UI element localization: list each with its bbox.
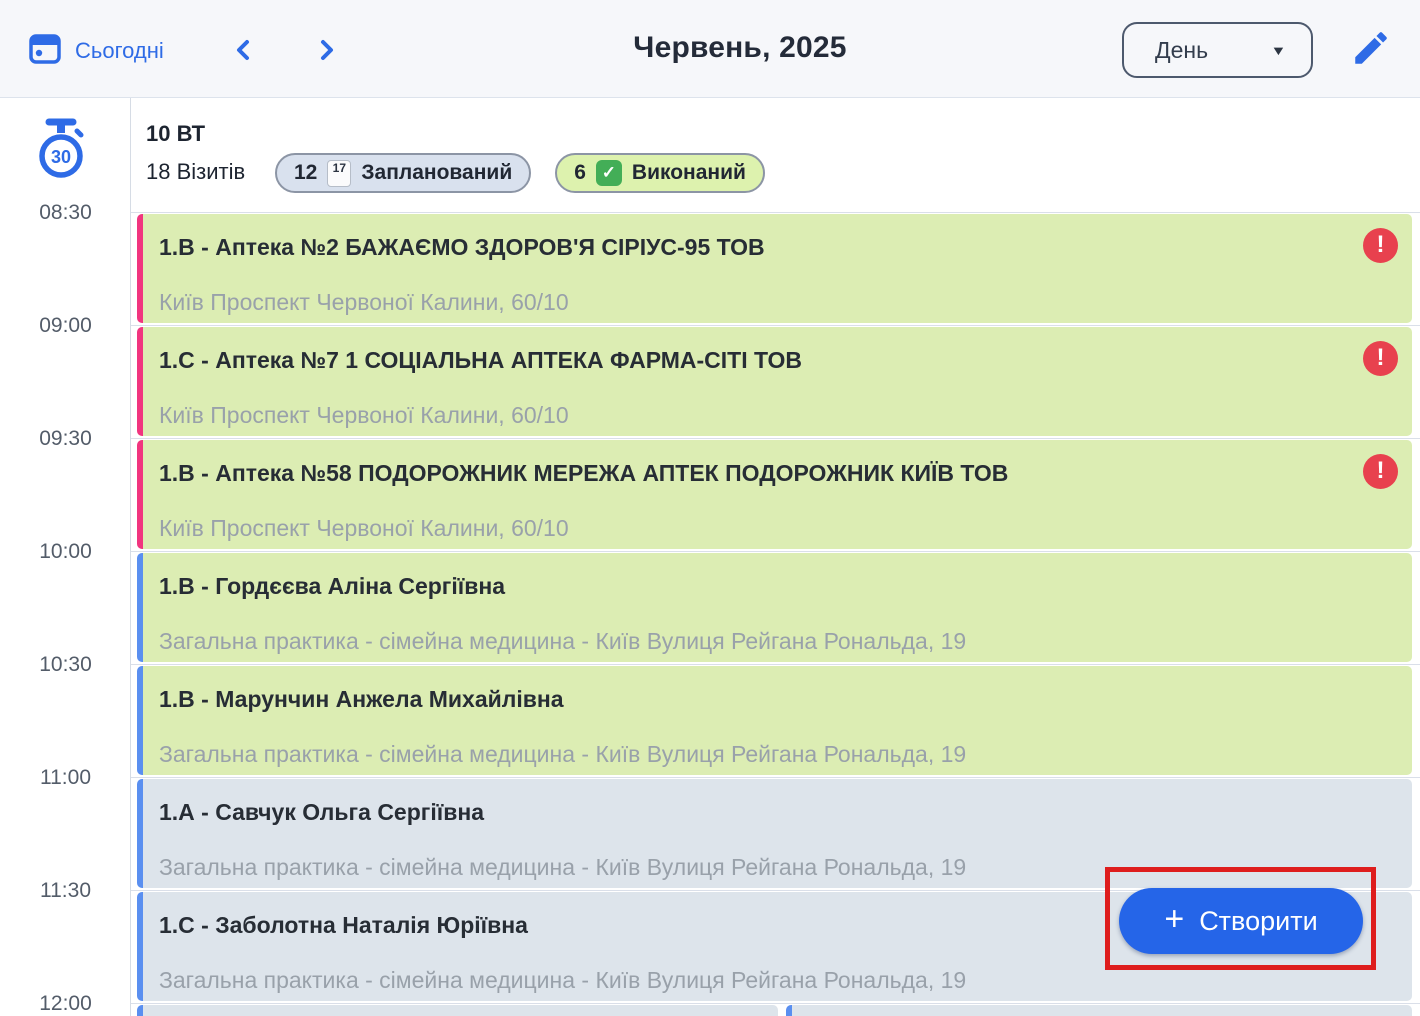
next-day-button[interactable] [312,36,342,66]
view-mode-value: День [1155,37,1208,64]
event-subtitle: Київ Проспект Червоної Калини, 60/10 [159,402,1357,428]
status-badges: 12 17 Запланований 6 ✓ Виконаний [275,153,765,193]
time-label: 09:30 [0,427,131,451]
check-emoji-icon: ✓ [596,160,622,186]
alert-icon: ! [1363,228,1398,263]
create-button-label: Створити [1199,906,1317,937]
event-card-partial[interactable] [137,1005,778,1016]
alert-icon: ! [1363,454,1398,489]
create-button[interactable]: + Створити [1119,888,1363,954]
day-date-label: 10 ВТ [146,121,205,147]
done-count: 6 [574,161,586,185]
schedule-area: 10 ВТ 18 Візитів 12 17 Запланований 6 ✓ … [131,97,1420,1016]
gridline [131,777,1420,778]
pencil-icon [1350,57,1392,72]
gridline [131,664,1420,665]
chevron-left-icon [235,39,251,64]
month-title: Червень, 2025 [400,31,1080,65]
time-label: 09:00 [0,314,131,338]
planned-label: Запланований [361,161,512,185]
event-card[interactable]: 1.С - Аптека №7 1 СОЦІАЛЬНА АПТЕКА ФАРМА… [137,327,1412,436]
event-subtitle: Загальна практика - сімейна медицина - К… [159,967,1357,993]
time-label: 10:00 [0,540,131,564]
plus-icon: + [1164,900,1184,939]
planned-badge: 12 17 Запланований [275,153,531,193]
event-card[interactable]: 1.В - Марунчин Анжела Михайлівна Загальн… [137,666,1412,775]
event-card[interactable]: 1.В - Аптека №58 ПОДОРОЖНИК МЕРЕЖА АПТЕК… [137,440,1412,549]
view-mode-select[interactable]: День ▼ [1122,22,1313,78]
top-toolbar: Сьогодні Червень, 2025 День ▼ [0,0,1420,98]
event-subtitle: Загальна практика - сімейна медицина - К… [159,854,1357,880]
time-label: 08:30 [0,201,131,225]
event-subtitle: Київ Проспект Червоної Калини, 60/10 [159,289,1357,315]
gridline [131,551,1420,552]
event-title: 1.В - Аптека №2 БАЖАЄМО ЗДОРОВ'Я СІРІУС-… [159,234,1357,261]
visit-count-label: 18 Візитів [146,159,245,185]
calendar-day-view: Сьогодні Червень, 2025 День ▼ [0,0,1420,1016]
planned-count: 12 [294,161,317,185]
time-gutter: 30 08:30 09:00 09:30 10:00 10:30 11:00 1… [0,97,131,1016]
prev-day-button[interactable] [228,36,258,66]
time-label: 11:00 [0,766,131,790]
alert-icon: ! [1363,341,1398,376]
gridline [131,325,1420,326]
event-title: 1.С - Аптека №7 1 СОЦІАЛЬНА АПТЕКА ФАРМА… [159,347,1357,374]
done-badge: 6 ✓ Виконаний [555,153,765,193]
calendar-emoji-icon: 17 [327,160,351,187]
edit-button[interactable] [1349,27,1393,71]
event-card[interactable]: 1.В - Аптека №2 БАЖАЄМО ЗДОРОВ'Я СІРІУС-… [137,214,1412,323]
event-subtitle: Загальна практика - сімейна медицина - К… [159,741,1357,767]
event-title: 1.В - Марунчин Анжела Михайлівна [159,686,1357,713]
today-button[interactable]: Сьогодні [28,31,164,70]
time-label: 11:30 [0,879,131,903]
stopwatch-timer-icon: 30 [36,118,86,185]
event-title: 1.В - Аптека №58 ПОДОРОЖНИК МЕРЕЖА АПТЕК… [159,460,1357,487]
chevron-down-icon: ▼ [1271,43,1287,58]
event-title: 1.В - Гордєєва Аліна Сергіївна [159,573,1357,600]
gridline [131,212,1420,213]
event-card[interactable]: 1.В - Гордєєва Аліна Сергіївна Загальна … [137,553,1412,662]
event-subtitle: Київ Проспект Червоної Калини, 60/10 [159,515,1357,541]
time-label: 10:30 [0,653,131,677]
event-title: 1.А - Савчук Ольга Сергіївна [159,799,1357,826]
done-label: Виконаний [632,161,746,185]
timer-value: 30 [51,147,71,167]
calendar-icon [28,31,62,70]
time-label: 12:00 [0,992,131,1016]
chevron-right-icon [319,39,335,64]
gridline [131,438,1420,439]
event-subtitle: Загальна практика - сімейна медицина - К… [159,628,1357,654]
gridline [131,1003,1420,1004]
event-card-partial[interactable] [786,1005,1412,1016]
today-label: Сьогодні [75,38,164,64]
event-card[interactable]: 1.А - Савчук Ольга Сергіївна Загальна пр… [137,779,1412,888]
